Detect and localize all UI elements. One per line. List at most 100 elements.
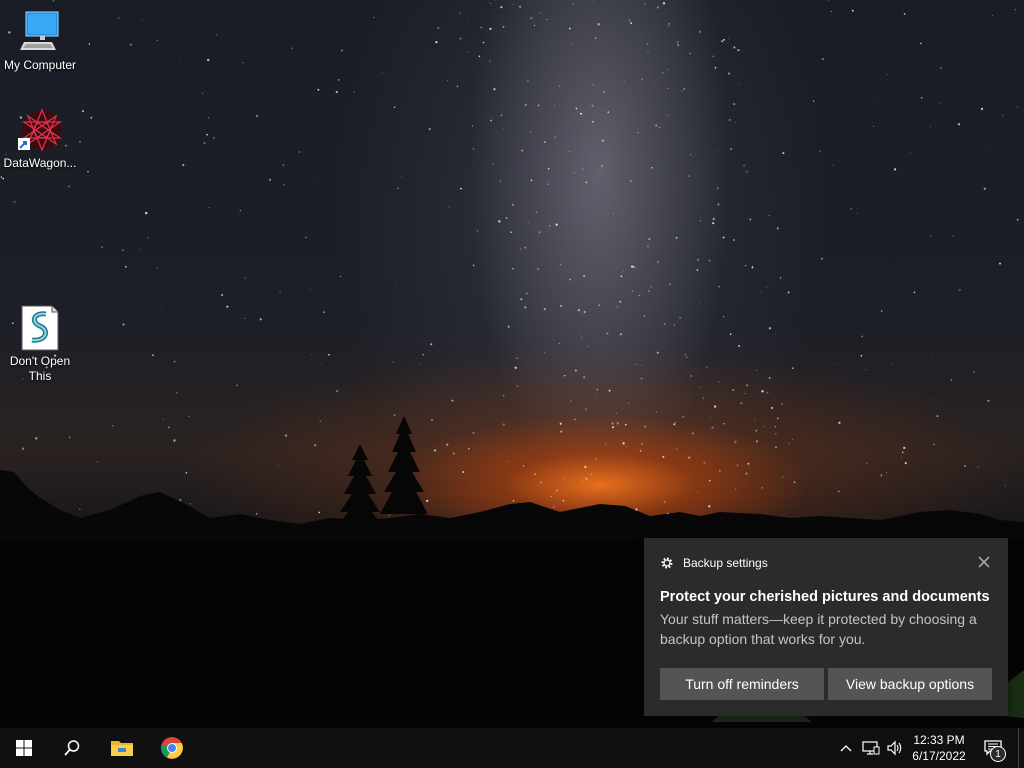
start-button[interactable] — [0, 728, 48, 768]
star — [855, 367, 856, 369]
star — [502, 25, 505, 28]
star — [661, 72, 664, 74]
star — [649, 258, 650, 260]
chrome-button[interactable] — [148, 728, 196, 768]
star — [521, 149, 524, 152]
backup-notification-toast[interactable]: Backup settings Protect your cherished p… — [644, 538, 1008, 716]
star — [547, 241, 549, 242]
star — [732, 389, 735, 392]
star — [698, 301, 701, 303]
star — [473, 160, 475, 162]
star — [891, 364, 892, 366]
star — [698, 30, 702, 33]
star — [472, 264, 475, 267]
star — [176, 392, 178, 394]
star — [139, 249, 141, 251]
star — [648, 238, 651, 241]
star — [957, 123, 961, 126]
show-hidden-icons-button[interactable] — [836, 728, 856, 768]
star — [52, 0, 55, 2]
view-backup-options-button[interactable]: View backup options — [828, 668, 992, 700]
star — [630, 265, 634, 268]
star — [348, 106, 350, 108]
star — [526, 79, 529, 82]
volume-button[interactable] — [884, 728, 906, 768]
star — [939, 103, 941, 105]
star — [712, 55, 715, 58]
star — [603, 91, 606, 94]
desktop-icon-datawagon[interactable]: DataWagon... — [0, 106, 80, 171]
star — [596, 389, 598, 391]
star — [499, 180, 502, 182]
star — [594, 37, 597, 39]
toast-title: Protect your cherished pictures and docu… — [660, 589, 990, 605]
star — [717, 370, 718, 372]
star — [591, 120, 594, 123]
star — [575, 107, 578, 110]
star — [527, 221, 529, 223]
star — [643, 105, 645, 107]
star — [733, 239, 735, 241]
star — [215, 34, 218, 36]
desktop-icon-dont-open-this[interactable]: Don't Open This — [0, 304, 80, 384]
star — [489, 2, 491, 4]
star — [335, 90, 338, 94]
star — [893, 168, 897, 171]
star — [677, 44, 680, 46]
turn-off-reminders-button[interactable]: Turn off reminders — [660, 668, 824, 700]
star — [860, 354, 863, 357]
star — [430, 343, 433, 346]
star — [559, 85, 561, 87]
star — [690, 374, 693, 377]
star — [500, 6, 503, 9]
star — [697, 258, 700, 261]
star — [722, 236, 725, 239]
star — [722, 38, 725, 41]
file-explorer-icon — [111, 741, 133, 756]
speaker-icon — [887, 740, 902, 756]
star — [737, 49, 740, 52]
close-icon[interactable] — [976, 554, 992, 570]
star — [699, 220, 702, 222]
star — [745, 170, 748, 173]
star — [821, 58, 824, 61]
star — [520, 298, 523, 301]
star — [749, 218, 752, 221]
star — [973, 371, 975, 373]
star — [545, 382, 547, 384]
star — [595, 395, 597, 397]
search-button[interactable] — [48, 728, 96, 768]
star — [152, 354, 154, 356]
star — [656, 260, 659, 263]
star — [520, 248, 522, 251]
star — [563, 374, 566, 377]
star — [931, 353, 933, 355]
toast-body: Your stuff matters—keep it protected by … — [660, 611, 977, 647]
star — [583, 376, 586, 379]
star — [513, 4, 514, 5]
star — [203, 141, 206, 145]
star — [819, 150, 822, 153]
star — [952, 235, 954, 237]
star — [82, 386, 84, 388]
star — [244, 277, 246, 279]
star — [494, 0, 496, 1]
star — [980, 107, 984, 111]
star — [435, 40, 438, 44]
star — [909, 151, 911, 153]
star — [208, 207, 210, 208]
star — [723, 316, 725, 318]
star — [717, 150, 719, 152]
star — [601, 165, 603, 167]
show-desktop-button[interactable] — [1018, 728, 1024, 768]
file-explorer-button[interactable] — [98, 728, 146, 768]
star — [560, 304, 562, 307]
clock[interactable]: 12:33 PM 6/17/2022 — [905, 732, 973, 764]
star — [147, 237, 149, 239]
network-button[interactable] — [860, 728, 882, 768]
star — [546, 18, 548, 21]
desktop-icon-my-computer[interactable]: My Computer — [0, 8, 80, 73]
star — [591, 104, 594, 107]
star — [619, 300, 622, 303]
star — [160, 308, 162, 310]
